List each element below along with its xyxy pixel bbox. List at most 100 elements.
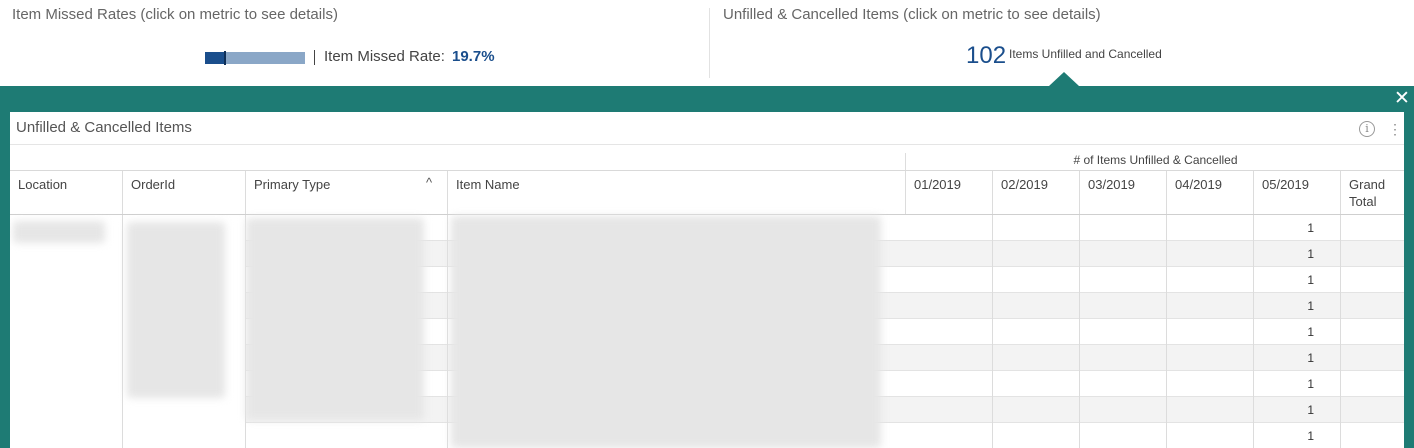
missed-rate-value[interactable]: 19.7%: [452, 48, 495, 65]
table-row[interactable]: 1: [905, 397, 1404, 423]
cell-separator: [1340, 397, 1341, 423]
detail-frame-right: [1404, 112, 1414, 448]
col-sep: [1340, 171, 1341, 215]
cell-05-2019: 1: [1307, 325, 1314, 339]
metrics-header: Item Missed Rates (click on metric to se…: [0, 0, 1414, 86]
cell-05-2019: 1: [1307, 377, 1314, 391]
col-header-01-2019[interactable]: 01/2019: [914, 176, 961, 193]
col-sep: [1166, 171, 1167, 215]
cell-separator: [1340, 319, 1341, 345]
cell-separator: [1166, 241, 1167, 267]
col-header-02-2019[interactable]: 02/2019: [1001, 176, 1048, 193]
cell-separator: [992, 319, 993, 345]
table-row[interactable]: 1: [905, 371, 1404, 397]
cell-05-2019: 1: [1307, 429, 1314, 443]
table-row[interactable]: 1: [905, 241, 1404, 267]
cell-separator: [1166, 267, 1167, 293]
sort-ascending-icon[interactable]: ^: [426, 175, 432, 190]
cell-separator: [1340, 293, 1341, 319]
missed-rate-panel-title: Item Missed Rates (click on metric to se…: [12, 6, 338, 23]
cell-separator: [1079, 319, 1080, 345]
cell-05-2019: 1: [1307, 221, 1314, 235]
col-line: [122, 215, 123, 448]
close-icon[interactable]: ✕: [1392, 88, 1412, 110]
cell-separator: [1340, 345, 1341, 371]
cell-separator: [1079, 345, 1080, 371]
cell-separator: [1079, 241, 1080, 267]
selection-pointer: [1049, 72, 1079, 86]
cell-separator: [1166, 345, 1167, 371]
cell-05-2019: 1: [1307, 299, 1314, 313]
cell-separator: [1166, 397, 1167, 423]
table-row[interactable]: 1: [905, 319, 1404, 345]
detail-frame-left: [0, 112, 10, 448]
title-divider: [10, 144, 1404, 145]
cell-separator: [1079, 293, 1080, 319]
cell-separator: [1166, 371, 1167, 397]
col-header-05-2019[interactable]: 05/2019: [1262, 176, 1309, 193]
cell-separator: [1340, 423, 1341, 448]
unfilled-count-metric[interactable]: 102: [966, 42, 1006, 70]
cell-separator: [1166, 215, 1167, 241]
missed-rate-bar-marker: [224, 51, 226, 65]
missed-rate-bar-fill: [205, 52, 225, 64]
cell-separator: [992, 293, 993, 319]
col-sep: [992, 171, 993, 215]
col-sep: [1079, 171, 1080, 215]
col-header-grand-total[interactable]: Grand Total: [1349, 176, 1397, 210]
col-header-primary-type[interactable]: Primary Type: [254, 176, 330, 193]
info-icon[interactable]: i: [1359, 121, 1375, 137]
cell-separator: [1340, 215, 1341, 241]
cell-05-2019: 1: [1307, 247, 1314, 261]
col-header-04-2019[interactable]: 04/2019: [1175, 176, 1222, 193]
cell-separator: [992, 345, 993, 371]
table-row[interactable]: 1: [905, 345, 1404, 371]
col-header-item-name[interactable]: Item Name: [456, 176, 520, 193]
unfilled-panel-title: Unfilled & Cancelled Items (click on met…: [723, 6, 1101, 23]
cell-separator: [1340, 241, 1341, 267]
col-header-orderid[interactable]: OrderId: [131, 176, 175, 193]
redacted-item-names: [451, 216, 881, 448]
cell-separator: [992, 241, 993, 267]
detail-title: Unfilled & Cancelled Items: [16, 119, 192, 136]
col-sep: [905, 171, 906, 215]
cell-separator: [992, 423, 993, 448]
month-group-header: # of Items Unfilled & Cancelled: [905, 153, 1404, 171]
group-header-divider: [10, 170, 1404, 171]
cell-05-2019: 1: [1307, 403, 1314, 417]
table-row[interactable]: 1: [905, 267, 1404, 293]
cell-separator: [1166, 319, 1167, 345]
panel-divider: [709, 8, 710, 78]
col-sep: [447, 171, 448, 215]
table-row[interactable]: 1: [905, 215, 1404, 241]
missed-rate-label: Item Missed Rate:: [324, 48, 445, 65]
cell-separator: [1079, 423, 1080, 448]
cell-separator: [992, 371, 993, 397]
kebab-icon[interactable]: ⋮: [1388, 119, 1402, 139]
cell-separator: [1079, 371, 1080, 397]
table-row[interactable]: 1: [905, 423, 1404, 448]
cell-separator: [1079, 397, 1080, 423]
cell-05-2019: 1: [1307, 351, 1314, 365]
cell-separator: [992, 397, 993, 423]
redacted-primary-types: [246, 218, 424, 420]
cell-separator: [992, 215, 993, 241]
col-sep: [1253, 171, 1254, 215]
unfilled-count-caption: Items Unfilled and Cancelled: [1009, 47, 1162, 61]
col-sep: [122, 171, 123, 215]
detail-band: [0, 86, 1414, 112]
table-row[interactable]: 1: [905, 293, 1404, 319]
cell-separator: [992, 267, 993, 293]
col-header-location[interactable]: Location: [18, 176, 67, 193]
redacted-orderids: [127, 222, 225, 398]
col-line: [447, 215, 448, 448]
unfilled-detail-panel: Unfilled & Cancelled Items i ⋮ # of Item…: [10, 112, 1404, 448]
missed-rate-bullet-bar[interactable]: [205, 51, 305, 65]
cell-separator: [1079, 267, 1080, 293]
redacted-location: [13, 221, 105, 243]
metric-separator: [314, 50, 315, 65]
cell-separator: [1166, 423, 1167, 448]
col-header-03-2019[interactable]: 03/2019: [1088, 176, 1135, 193]
cell-separator: [1166, 293, 1167, 319]
col-sep: [245, 171, 246, 215]
